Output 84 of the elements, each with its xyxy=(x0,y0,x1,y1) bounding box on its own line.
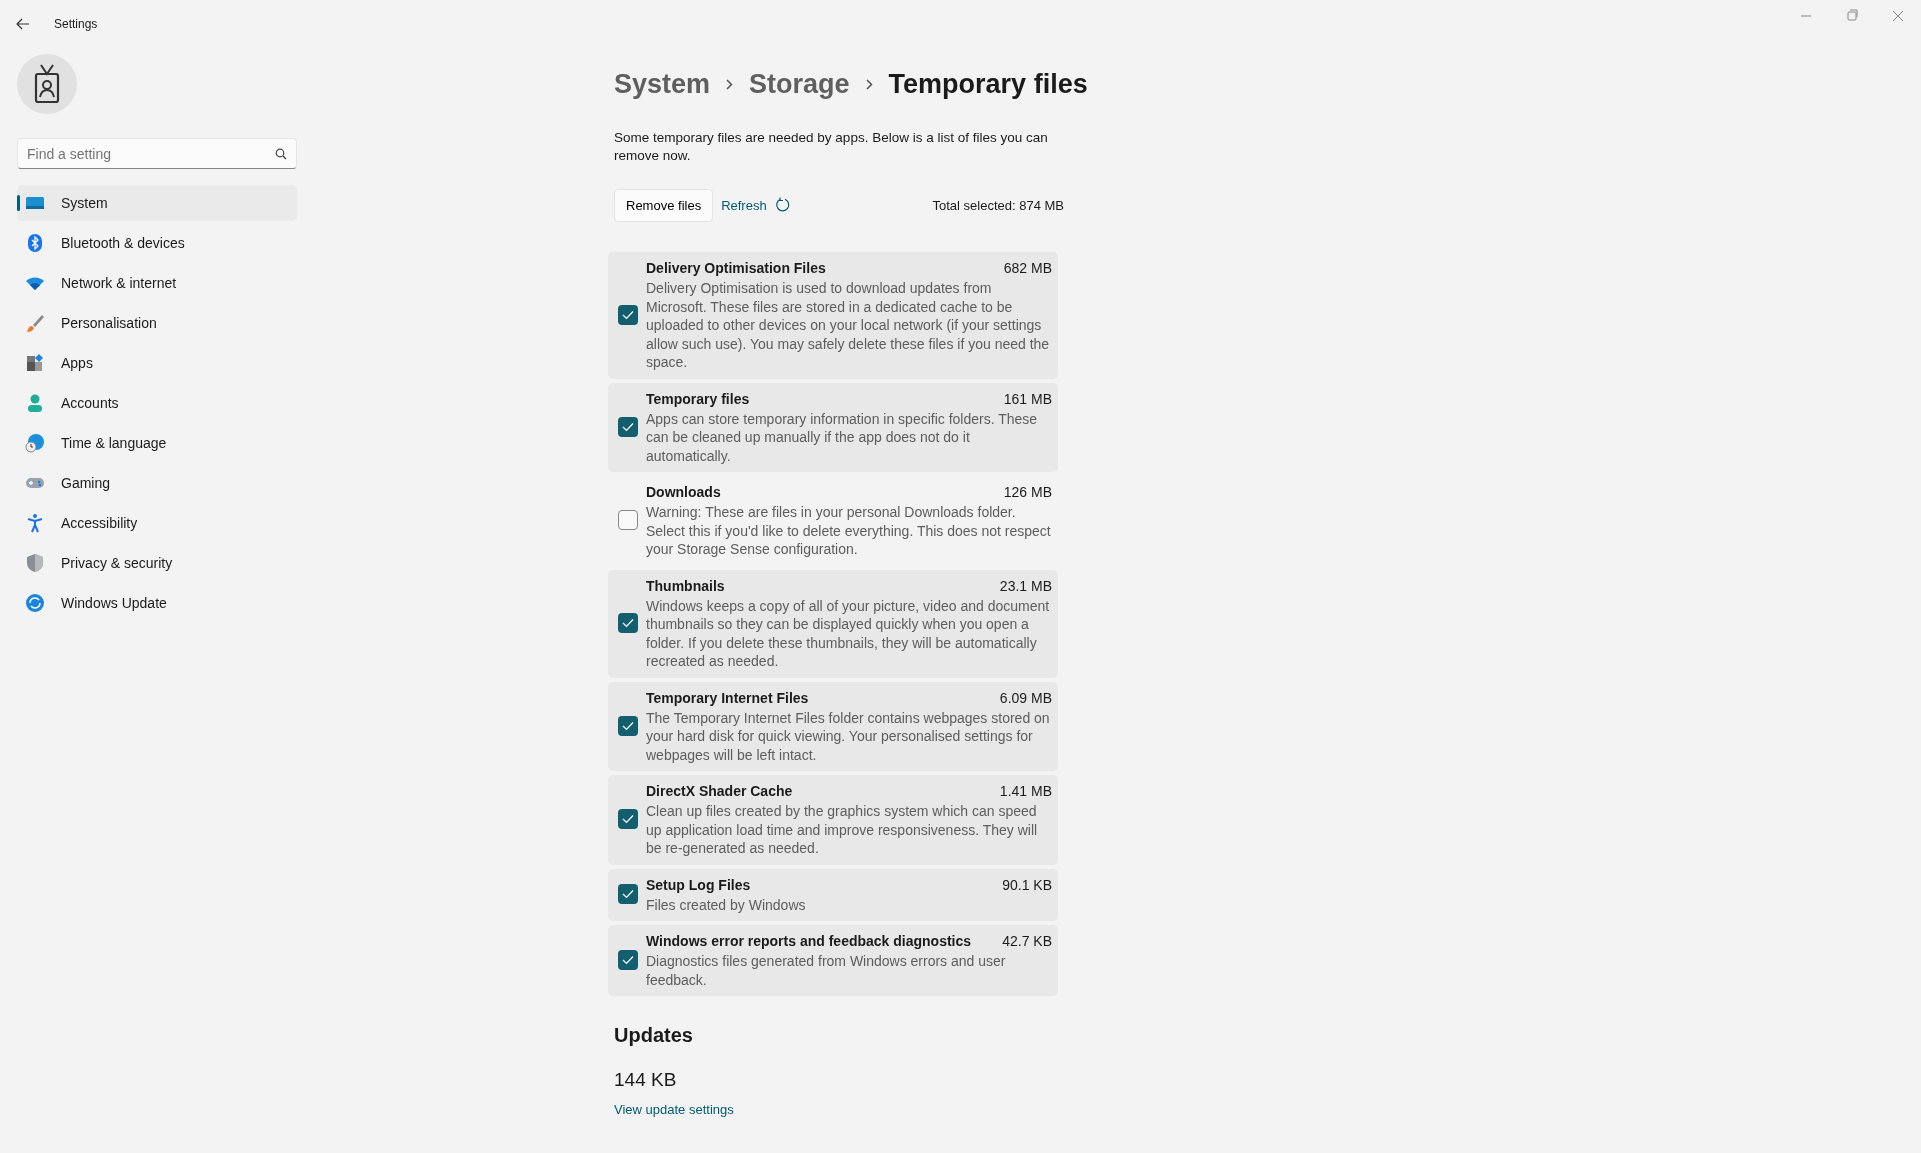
file-category-row[interactable]: Downloads 126 MB Warning: These are files in your personal Downloads folder. Select this if you'd like to delete everything. This does not respect your Storage Sense configuration. xyxy=(608,476,1058,566)
file-category-row[interactable]: Temporary Internet Files 6.09 MB The Temporary Internet Files folder contains webpages stored on your hard disk for quick viewing. Your personalised settings for webpages will be left intact. xyxy=(608,681,1058,771)
file-size: 42.7 KB xyxy=(1002,932,1052,951)
checkmark-icon xyxy=(622,814,634,825)
file-category-name: Temporary files xyxy=(646,389,750,409)
file-category-name: Temporary Internet Files xyxy=(646,688,809,708)
file-description: The Temporary Internet Files folder contains webpages stored on your hard disk for quick viewing. Your personalised settings for webpages will be left intact. xyxy=(646,708,1051,764)
file-size: 23.1 MB xyxy=(999,576,1052,596)
sidebar-item[interactable]: Accessibility xyxy=(17,505,297,541)
file-description: Apps can store temporary information in specific folders. These can be cleaned up manually if the app does not do it automatically. xyxy=(646,409,1039,465)
id-badge-icon xyxy=(33,63,61,105)
file-category-name: DirectX Shader Cache xyxy=(646,782,793,801)
globe-clock-icon xyxy=(25,433,45,453)
checkmark-icon xyxy=(622,309,634,320)
file-description: Delivery Optimisation is used to download updates from Microsoft. These files are stored in a dedicated cache to be uploaded to other devices on your local network (if your settings allow such use). You may safely delete these files if you need the space. xyxy=(646,279,1051,372)
view-update-settings-link[interactable]: View update settings xyxy=(614,1101,734,1117)
chevron-icon xyxy=(865,78,873,90)
file-description: Warning: These are files in your personal Downloads folder. Select this if you'd like to delete everything. This does not respect your Storage Sense configuration. xyxy=(646,503,1052,559)
file-category-row[interactable] xyxy=(608,252,1058,379)
checkmark-icon xyxy=(622,955,634,965)
sidebar-item[interactable]: Personalisation xyxy=(17,305,297,341)
file-category-name: Delivery Optimisation Files xyxy=(646,259,826,278)
remove-files-button[interactable]: Remove files xyxy=(614,188,714,222)
file-category-name: Thumbnails xyxy=(646,576,725,596)
accessibility-icon xyxy=(25,513,45,533)
updates-size: 144 KB xyxy=(614,1068,678,1092)
sidebar-item[interactable]: Time & language xyxy=(17,425,297,461)
file-size: 6.09 MB xyxy=(999,688,1052,708)
paintbrush-icon xyxy=(25,313,45,333)
back-icon[interactable] xyxy=(16,18,30,30)
checkbox[interactable] xyxy=(618,510,638,531)
checkbox[interactable] xyxy=(618,715,638,736)
checkmark-icon xyxy=(622,720,634,731)
file-description: Diagnostics files generated from Windows errors and user feedback. xyxy=(646,952,1007,989)
file-description: Clean up files created by the graphics system which can speed up application load time and improve responsiveness. They will be re-generated as needed. xyxy=(646,802,1039,858)
refresh-icon xyxy=(774,197,791,214)
file-size: 682 MB xyxy=(1003,259,1052,278)
breadcrumb-link[interactable]: Storage xyxy=(749,64,850,105)
window-title: Settings xyxy=(54,16,98,33)
file-category-row[interactable] xyxy=(608,569,1058,678)
file-description: Windows keeps a copy of all of your picture, video and document thumbnails so they can be displayed quickly when you open a folder. If you delete these thumbnails, they will be automatically recreated as needed. xyxy=(646,596,1051,671)
checkbox[interactable] xyxy=(618,809,638,830)
refresh-link[interactable]: Refresh xyxy=(721,195,791,215)
total-selected-text: Total selected: 874 MB xyxy=(932,196,1064,215)
file-description: Files created by Windows xyxy=(646,895,807,914)
file-category-name: Setup Log Files xyxy=(646,875,751,895)
file-category-row[interactable]: Windows error reports and feedback diagnostics 42.7 KB Diagnostics files generated from Windows errors and user feedback. xyxy=(608,925,1058,996)
sidebar-item[interactable]: Windows Update xyxy=(17,585,297,621)
checkmark-icon xyxy=(622,421,634,432)
checkbox[interactable] xyxy=(618,884,638,905)
bluetooth-icon xyxy=(25,233,45,253)
file-category-name: Windows error reports and feedback diagnostics xyxy=(646,932,972,951)
chevron-icon xyxy=(726,78,734,90)
file-size: 90.1 KB xyxy=(1002,875,1052,895)
search-icon xyxy=(275,148,287,160)
file-category-row[interactable]: Setup Log Files 90.1 KB Files created by Windows xyxy=(608,868,1058,921)
sidebar-item[interactable]: Privacy & security xyxy=(17,545,297,581)
file-category-row[interactable]: DirectX Shader Cache 1.41 MB Clean up files created by the graphics system which can speed up application load time and improve responsiveness. They will be re-generated as needed. xyxy=(608,775,1058,865)
sidebar-item[interactable]: Bluetooth & devices xyxy=(17,225,297,261)
file-category-name: Downloads xyxy=(646,483,721,502)
checkmark-icon xyxy=(622,618,634,628)
sidebar-item[interactable]: Accounts xyxy=(17,385,297,421)
sidebar-item[interactable]: Network & internet xyxy=(17,265,297,301)
sidebar-item[interactable]: System xyxy=(17,185,297,221)
checkbox[interactable] xyxy=(618,613,638,633)
sidebar-item[interactable]: Gaming xyxy=(17,465,297,501)
file-size: 1.41 MB xyxy=(999,782,1052,801)
checkbox[interactable] xyxy=(618,304,638,325)
update-icon xyxy=(25,593,45,613)
search-field[interactable]: Find a setting xyxy=(17,138,297,169)
file-size: 126 MB xyxy=(1003,483,1052,502)
intro-text: Some temporary files are needed by apps. Below is a list of files you can remove now. xyxy=(614,128,1049,165)
apps-icon xyxy=(25,353,45,373)
shield-icon xyxy=(25,553,45,573)
checkmark-icon xyxy=(622,889,634,900)
checkbox[interactable] xyxy=(618,950,638,970)
file-size: 161 MB xyxy=(1003,389,1052,409)
sidebar-item[interactable]: Apps xyxy=(17,345,297,381)
person-icon xyxy=(25,393,45,413)
file-category-row[interactable]: Temporary files 161 MB Apps can store temporary information in specific folders. These can be cleaned up manually if the app does not do it automatically. xyxy=(608,382,1058,472)
section-heading: Updates xyxy=(614,1023,694,1048)
checkbox[interactable] xyxy=(618,416,638,437)
breadcrumb-link[interactable]: System xyxy=(614,64,711,105)
page-title: Temporary files xyxy=(888,68,1088,101)
